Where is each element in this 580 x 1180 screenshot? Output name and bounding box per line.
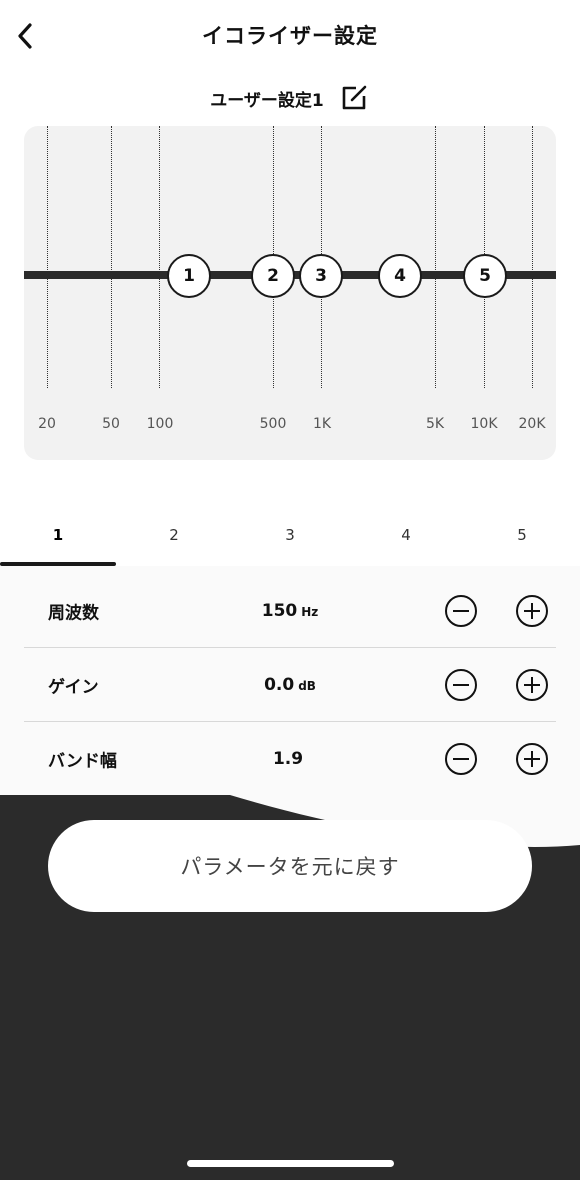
decrease-bandwidth-button[interactable] (444, 742, 478, 776)
param-label: 周波数 (48, 603, 99, 623)
increase-gain-button[interactable] (515, 668, 549, 702)
freq-gridline (532, 126, 533, 388)
freq-gridline (47, 126, 48, 388)
band-node-3[interactable]: 3 (299, 254, 343, 298)
param-label: バンド幅 (48, 751, 117, 772)
band-node-5[interactable]: 5 (463, 254, 507, 298)
freq-label: 5K (425, 416, 445, 432)
band-node-1[interactable]: 1 (167, 254, 211, 298)
param-row-gain: ゲイン 0.0 dB (24, 648, 556, 722)
tab-band-5[interactable]: 5 (464, 512, 580, 566)
tab-band-1[interactable]: 1 (0, 512, 116, 566)
tab-band-4[interactable]: 4 (348, 512, 464, 566)
freq-gridline (435, 126, 436, 388)
freq-gridline (111, 126, 112, 388)
freq-label: 500 (259, 416, 287, 432)
tab-band-2[interactable]: 2 (116, 512, 232, 566)
band-tabs: 1 2 3 4 5 (0, 512, 580, 566)
band-node-4[interactable]: 4 (378, 254, 422, 298)
increase-bandwidth-button[interactable] (515, 742, 549, 776)
plus-circle-icon (516, 668, 548, 701)
param-value: 150 Hz (261, 600, 319, 621)
minus-circle-icon (445, 743, 477, 775)
edit-icon (342, 85, 367, 110)
freq-label: 20 (38, 416, 56, 432)
param-row-frequency: 周波数 150 Hz (24, 574, 556, 648)
band-node-2[interactable]: 2 (251, 254, 295, 298)
param-value: 1.9 (272, 749, 304, 769)
preset-row: ユーザー設定1 (0, 82, 580, 114)
decrease-gain-button[interactable] (444, 668, 478, 702)
freq-gridline (159, 126, 160, 388)
minus-circle-icon (445, 668, 477, 701)
param-row-bandwidth: バンド幅 1.9 (24, 722, 556, 796)
page-title: イコライザー設定 (202, 24, 378, 48)
freq-label: 10K (470, 416, 498, 432)
freq-label: 1K (312, 416, 332, 432)
home-indicator (187, 1160, 394, 1167)
plus-circle-icon (516, 594, 548, 627)
tab-band-3[interactable]: 3 (232, 512, 348, 566)
decrease-frequency-button[interactable] (444, 594, 478, 628)
freq-label: 100 (146, 416, 174, 432)
param-label: ゲイン (48, 677, 99, 697)
param-value: 0.0 dB (264, 674, 316, 695)
freq-label: 20K (518, 416, 546, 432)
freq-label: 50 (102, 416, 120, 432)
minus-circle-icon (445, 594, 477, 627)
plus-circle-icon (516, 743, 548, 775)
preset-name: ユーザー設定1 (210, 90, 324, 111)
edit-preset-button[interactable] (338, 82, 370, 114)
reset-parameters-button[interactable]: パラメータを元に戻す (48, 820, 532, 912)
increase-frequency-button[interactable] (515, 594, 549, 628)
